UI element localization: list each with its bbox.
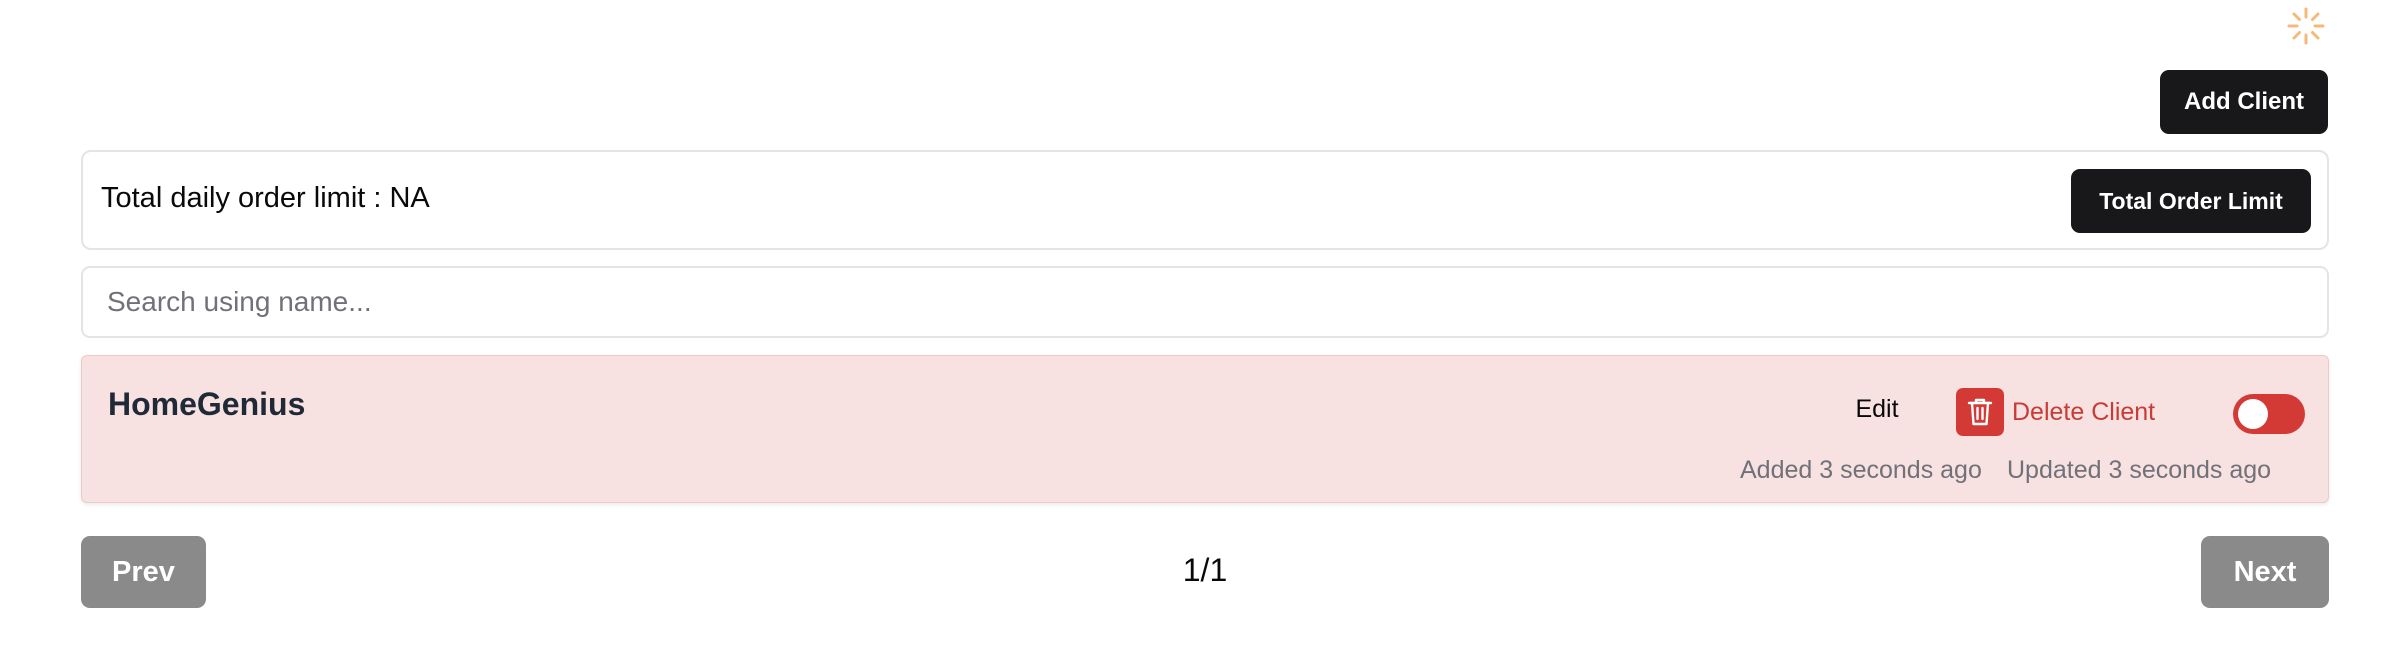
updated-timestamp: Updated 3 seconds ago [2007,456,2272,484]
total-order-limit-button[interactable]: Total Order Limit [2071,169,2311,233]
order-limit-card: Total daily order limit : NA [81,150,2329,250]
edit-client-button[interactable]: Edit [1822,384,1932,434]
prev-page-button[interactable]: Prev [81,536,206,608]
page-indicator: 1/1 [1182,552,1228,588]
toggle-knob [2238,399,2268,429]
trash-icon [1956,388,2004,436]
added-timestamp: Added 3 seconds ago [1740,456,1982,484]
total-daily-order-limit-text: Total daily order limit : NA [101,182,430,214]
delete-client-label: Delete Client [2012,397,2156,426]
search-input[interactable] [81,266,2329,338]
add-client-button[interactable]: Add Client [2160,70,2328,134]
client-name: HomeGenius [108,386,306,422]
client-card: HomeGenius Edit Delete Client Added 3 se… [81,355,2329,503]
spinner-icon [2287,7,2325,45]
delete-client-button[interactable]: Delete Client [1956,388,2155,436]
client-status-toggle[interactable] [2233,394,2305,434]
clients-page: Add Client Total daily order limit : NA … [0,0,2390,662]
next-page-button[interactable]: Next [2201,536,2329,608]
